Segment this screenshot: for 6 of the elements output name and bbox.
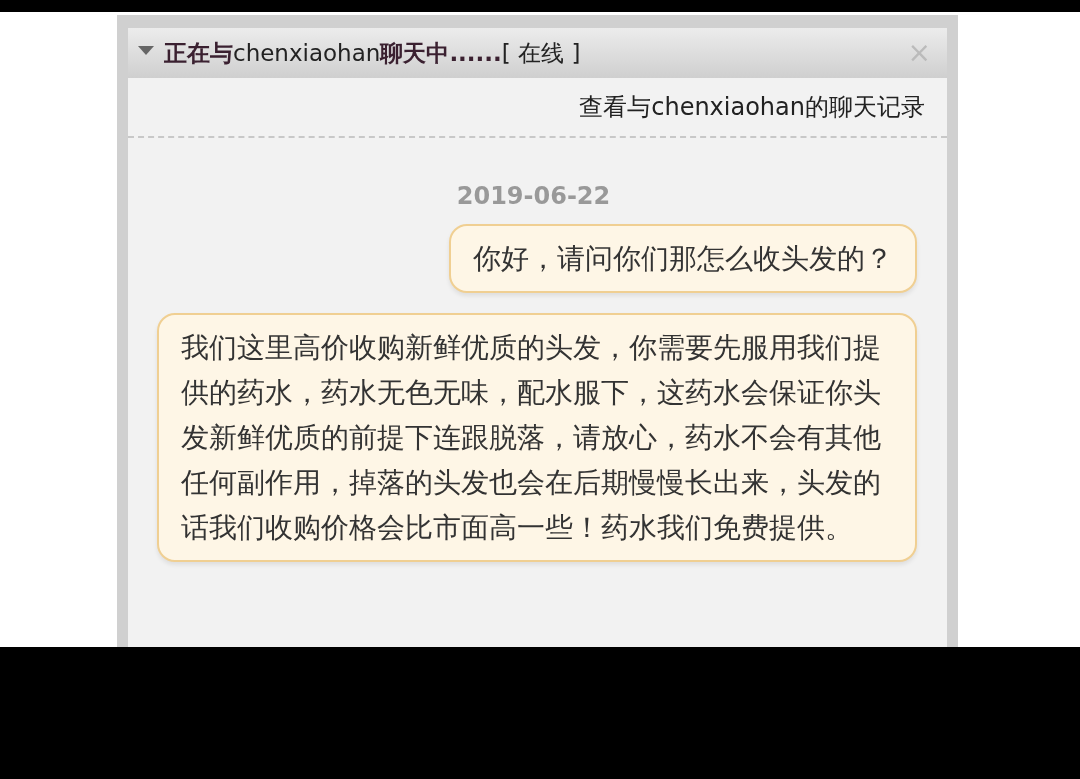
history-link[interactable]: 查看与chenxiaohan的聊天记录 — [579, 90, 925, 136]
message-bubble: 我们这里高价收购新鲜优质的头发，你需要先服用我们提供的药水，药水无色无味，配水服下，这药水会保证你头发新鲜优质的前提下连跟脱落，请放心，药水不会有其他任何副作用，掉落的头发也会在后期慢慢长出来，头发的话我们收购价格会比市面高一些！药水我们免费提供。 — [157, 313, 917, 562]
collapse-icon[interactable] — [138, 46, 154, 56]
date-label: 2019-06-22 — [455, 182, 612, 210]
message-bubble: 你好，请问你们那怎么收头发的？ — [449, 224, 917, 293]
window-title: 正在与chenxiaohan聊天中......[ 在线 ] — [164, 38, 582, 68]
